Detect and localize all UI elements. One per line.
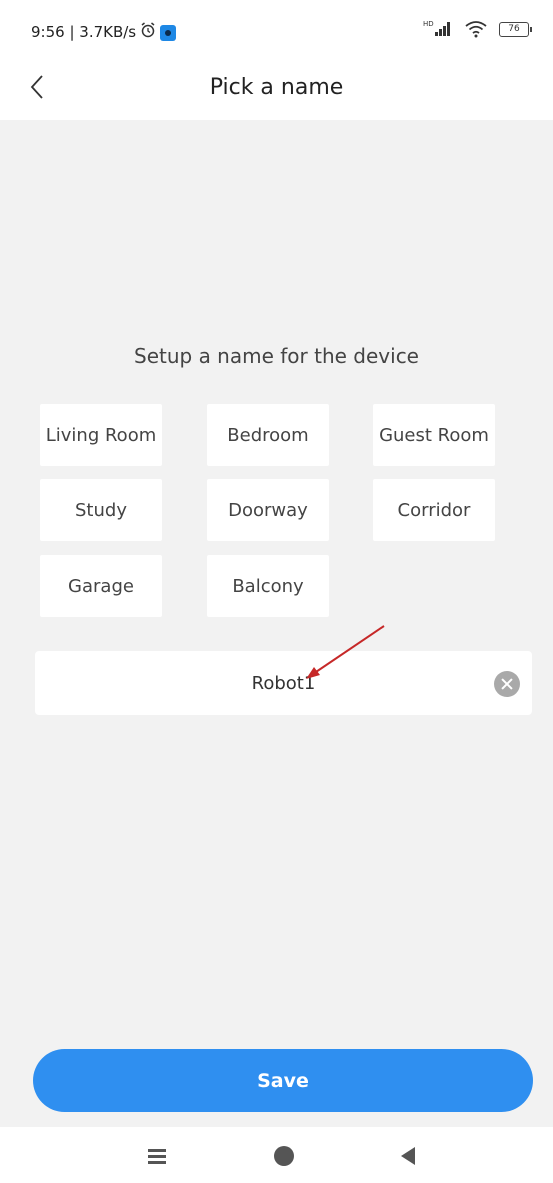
status-bar: 9:56 | 3.7KB/s HD 76 bbox=[0, 0, 553, 62]
clear-icon[interactable] bbox=[494, 671, 520, 697]
time-speed-text: 9:56 | 3.7KB/s bbox=[31, 23, 137, 41]
back-triangle-icon[interactable] bbox=[401, 1147, 415, 1165]
suggestion-doorway[interactable]: Doorway bbox=[207, 479, 329, 541]
suggestion-balcony[interactable]: Balcony bbox=[207, 555, 329, 617]
annotation-arrow-icon bbox=[306, 625, 385, 679]
name-prompt: Setup a name for the device bbox=[134, 344, 419, 368]
alarm-icon bbox=[140, 22, 156, 42]
nav-header: Pick a name bbox=[0, 62, 553, 120]
suggestion-garage[interactable]: Garage bbox=[40, 555, 162, 617]
suggestion-corridor[interactable]: Corridor bbox=[373, 479, 495, 541]
suggestion-study[interactable]: Study bbox=[40, 479, 162, 541]
device-name-field bbox=[35, 651, 532, 715]
menu-icon[interactable] bbox=[146, 1147, 168, 1165]
main-content: Setup a name for the device Living Room … bbox=[0, 120, 553, 1127]
suggestion-guest-room[interactable]: Guest Room bbox=[373, 404, 495, 466]
page-title: Pick a name bbox=[209, 75, 344, 100]
battery-level: 76 bbox=[508, 23, 520, 34]
app-notification-icon bbox=[160, 25, 177, 41]
signal-icon: HD bbox=[423, 20, 453, 38]
suggestion-bedroom[interactable]: Bedroom bbox=[207, 404, 329, 466]
system-nav-bar bbox=[0, 1137, 553, 1183]
save-button[interactable]: Save bbox=[33, 1049, 533, 1112]
suggestion-living-room[interactable]: Living Room bbox=[40, 404, 162, 466]
wifi-icon bbox=[465, 21, 487, 38]
status-right: HD 76 bbox=[423, 20, 532, 38]
device-name-input[interactable] bbox=[35, 651, 532, 715]
status-left: 9:56 | 3.7KB/s bbox=[31, 22, 177, 42]
battery-icon: 76 bbox=[499, 21, 532, 37]
home-icon[interactable] bbox=[274, 1146, 294, 1166]
network-type-label: HD bbox=[423, 20, 434, 28]
